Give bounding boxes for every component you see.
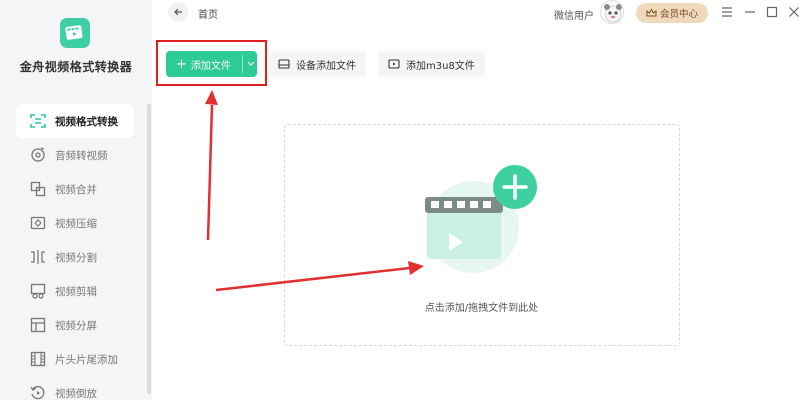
sidebar-item-reverse[interactable]: 视频倒放 bbox=[16, 376, 134, 400]
compress-icon bbox=[30, 215, 46, 231]
chevron-down-icon[interactable] bbox=[246, 58, 256, 68]
video-file-icon bbox=[388, 59, 400, 69]
vip-label: 会员中心 bbox=[659, 9, 698, 20]
sidebar-item-label: 视频倒放 bbox=[55, 387, 97, 400]
close-icon bbox=[789, 7, 799, 17]
device-add-label: 设备添加文件 bbox=[296, 60, 356, 72]
file-drop-zone[interactable]: 点击添加/拖拽文件到此处 bbox=[284, 124, 680, 346]
hamburger-icon bbox=[722, 7, 732, 17]
sidebar-item-label: 片头片尾添加 bbox=[55, 353, 118, 366]
merge-icon bbox=[30, 181, 46, 197]
add-file-label: 添加文件 bbox=[190, 60, 231, 72]
button-divider bbox=[242, 55, 243, 73]
sidebar-item-split-screen[interactable]: 视频分屏 bbox=[16, 308, 134, 342]
sidebar-scrollbar[interactable] bbox=[147, 104, 151, 394]
format-convert-icon bbox=[30, 113, 46, 129]
maximize-icon bbox=[766, 6, 778, 18]
vip-crown-icon bbox=[646, 7, 657, 16]
maximize-button[interactable] bbox=[765, 5, 779, 19]
split-icon bbox=[30, 249, 46, 265]
sidebar-item-label: 视频分割 bbox=[55, 251, 97, 264]
breadcrumb[interactable]: 首页 bbox=[198, 6, 218, 21]
sidebar-item-format-convert[interactable]: 视频格式转换 bbox=[16, 104, 134, 138]
add-m3u8-button[interactable]: 添加m3u8文件 bbox=[378, 51, 485, 77]
sidebar-item-split[interactable]: 视频分割 bbox=[16, 240, 134, 274]
main-content: 首页 微信用户 会员中心 + 添加文件 设备添加文件 添加m3u8文件 点击添加… bbox=[152, 0, 809, 400]
scissors-icon bbox=[30, 283, 46, 299]
annotation-arrowhead-up bbox=[205, 90, 218, 105]
audio-disc-icon bbox=[30, 147, 46, 163]
sidebar-item-label: 音频转视频 bbox=[55, 149, 108, 162]
add-file-button[interactable]: + 添加文件 bbox=[166, 51, 257, 77]
back-button[interactable] bbox=[168, 2, 188, 22]
sidebar-item-audio-to-video[interactable]: 音频转视频 bbox=[16, 138, 134, 172]
minimize-icon bbox=[745, 11, 755, 13]
sidebar-item-compress[interactable]: 视频压缩 bbox=[16, 206, 134, 240]
sidebar-nav: 视频格式转换 音频转视频 视频合并 视频压缩 视频分割 视频剪辑 视频分屏 片头… bbox=[16, 104, 134, 400]
close-button[interactable] bbox=[787, 5, 801, 19]
device-icon bbox=[278, 59, 290, 69]
vip-center-button[interactable]: 会员中心 bbox=[636, 3, 708, 23]
film-strip-icon bbox=[30, 351, 46, 367]
app-logo-icon bbox=[60, 18, 90, 48]
sidebar-item-label: 视频剪辑 bbox=[55, 285, 97, 298]
avatar[interactable] bbox=[600, 0, 624, 24]
minimize-button[interactable] bbox=[743, 5, 757, 19]
sidebar-item-edit[interactable]: 视频剪辑 bbox=[16, 274, 134, 308]
drop-zone-hint: 点击添加/拖拽文件到此处 bbox=[424, 303, 539, 314]
sidebar-item-label: 视频格式转换 bbox=[55, 115, 118, 128]
m3u8-add-label: 添加m3u8文件 bbox=[406, 60, 475, 72]
annotation-arrow-up bbox=[206, 104, 214, 241]
split-screen-icon bbox=[30, 317, 46, 333]
plus-icon: + bbox=[176, 56, 187, 72]
add-video-illustration-icon bbox=[413, 163, 537, 277]
arrow-left-icon bbox=[174, 8, 182, 16]
device-add-file-button[interactable]: 设备添加文件 bbox=[268, 51, 366, 77]
reverse-icon bbox=[30, 385, 46, 400]
app-window: 金舟视频格式转换器 视频格式转换 音频转视频 视频合并 视频压缩 视频分割 视频… bbox=[0, 0, 809, 400]
user-name[interactable]: 微信用户 bbox=[554, 7, 594, 22]
app-name: 金舟视频格式转换器 bbox=[19, 60, 133, 74]
sidebar: 金舟视频格式转换器 视频格式转换 音频转视频 视频合并 视频压缩 视频分割 视频… bbox=[0, 0, 152, 400]
sidebar-item-label: 视频合并 bbox=[55, 183, 97, 196]
menu-button[interactable] bbox=[720, 5, 734, 19]
sidebar-item-merge[interactable]: 视频合并 bbox=[16, 172, 134, 206]
sidebar-item-label: 视频分屏 bbox=[55, 319, 97, 332]
sidebar-item-label: 视频压缩 bbox=[55, 217, 97, 230]
sidebar-item-intro-outro[interactable]: 片头片尾添加 bbox=[16, 342, 134, 376]
